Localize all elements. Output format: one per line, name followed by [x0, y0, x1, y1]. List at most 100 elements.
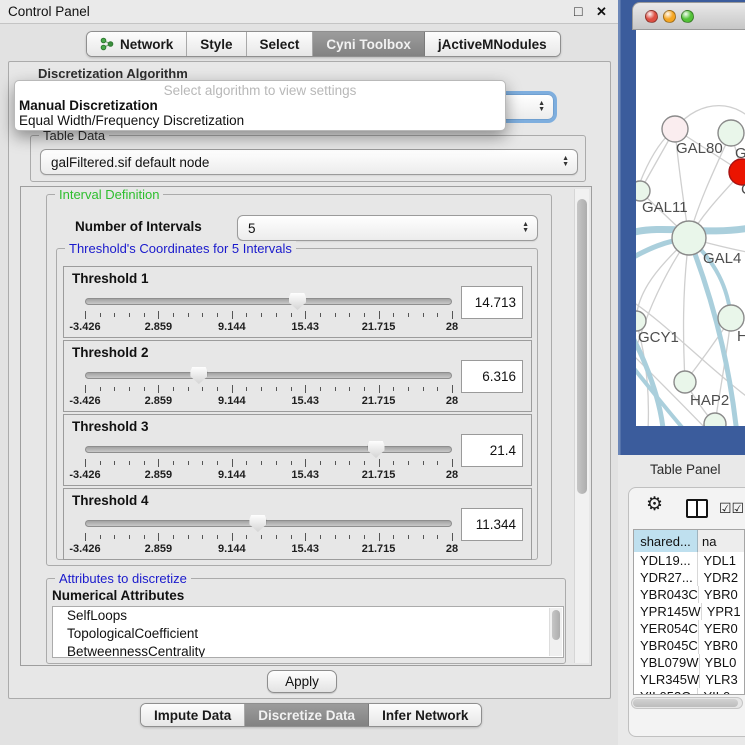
tick-mark	[335, 535, 336, 539]
table-row[interactable]: YIL052CYIL0	[634, 688, 744, 695]
node-label-ga: GA	[735, 145, 745, 162]
table-row[interactable]: YER054CYER0	[634, 620, 744, 637]
threshold-value-field[interactable]: 11.344	[461, 508, 523, 541]
tick-label: 2.859	[145, 469, 173, 481]
table-row[interactable]: YDR27...YDR2	[634, 569, 744, 586]
tick-mark	[261, 461, 262, 465]
number-of-intervals-value: 5	[248, 221, 256, 236]
threshold-value-field[interactable]: 6.316	[461, 360, 523, 393]
tick-label: 21.715	[362, 543, 396, 555]
threshold-value-field[interactable]: 14.713	[461, 286, 523, 319]
table-row[interactable]: YBL079WYBL0	[634, 654, 744, 671]
table-horizontal-scrollbar[interactable]	[631, 697, 743, 709]
tick-mark	[158, 533, 159, 541]
discretization-algorithm-group-title: Discretization Algorithm	[38, 66, 188, 81]
attributes-scrollbar-thumb[interactable]	[552, 610, 560, 640]
tick-mark	[276, 387, 277, 391]
node-label-gal80: GAL80	[676, 140, 723, 157]
threshold-slider[interactable]: -3.4262.8599.14415.4321.71528	[84, 437, 453, 483]
tab-select[interactable]: Select	[247, 32, 314, 56]
tab-cyni-toolbox[interactable]: Cyni Toolbox	[313, 32, 425, 56]
tab-label: Discretize Data	[258, 708, 355, 723]
slider-thumb[interactable]	[190, 367, 207, 384]
slider-thumb[interactable]	[289, 293, 306, 310]
attribute-item-selfloops[interactable]: SelfLoops	[53, 607, 563, 625]
tick-mark	[173, 461, 174, 465]
combo-stepper-icon: ▲▼	[538, 101, 545, 113]
attributes-scrollbar[interactable]	[549, 608, 562, 656]
slider-thumb[interactable]	[368, 441, 385, 458]
tick-mark	[364, 387, 365, 391]
network-view[interactable]: GAL80GACGAL11GAL4GCY1HHAP2	[636, 30, 745, 426]
tick-mark	[276, 461, 277, 465]
cell-name: YER0	[699, 620, 744, 637]
attribute-item-topologicalcoefficient[interactable]: TopologicalCoefficient	[53, 625, 563, 643]
numerical-attributes-label: Numerical Attributes	[52, 588, 184, 603]
tab-network[interactable]: Network	[87, 32, 187, 56]
split-columns-icon[interactable]	[686, 499, 708, 518]
close-window-icon[interactable]: ✕	[596, 4, 607, 20]
network-canvas[interactable]: GAL80GACGAL11GAL4GCY1HHAP2	[636, 30, 745, 426]
threshold-value-field[interactable]: 21.4	[461, 434, 523, 467]
table-horizontal-scrollbar-thumb[interactable]	[633, 699, 738, 707]
tick-mark	[114, 387, 115, 391]
tick-mark	[349, 535, 350, 539]
network-node-green[interactable]	[636, 311, 646, 331]
numerical-attributes-list[interactable]: SelfLoopsTopologicalCoefficientBetweenne…	[52, 606, 564, 658]
table-row[interactable]: YBR045CYBR0	[634, 637, 744, 654]
attribute-item-betweennesscentrality[interactable]: BetweennessCentrality	[53, 643, 563, 658]
gear-icon[interactable]: ⚙	[646, 495, 663, 515]
tick-label: 15.43	[291, 321, 319, 333]
table-data-combobox[interactable]: galFiltered.sif default node ▲▼	[40, 149, 578, 175]
tick-mark	[144, 313, 145, 317]
number-of-intervals-combobox[interactable]: 5 ▲▼	[237, 215, 538, 241]
tick-mark	[232, 311, 233, 319]
tick-mark	[129, 461, 130, 465]
tick-label: 9.144	[218, 469, 246, 481]
select-columns-checkboxes-icon[interactable]: ☑☑	[719, 500, 744, 517]
threshold-slider[interactable]: -3.4262.8599.14415.4321.71528	[84, 363, 453, 409]
tick-label: 9.144	[218, 543, 246, 555]
threshold-slider[interactable]: -3.4262.8599.14415.4321.71528	[84, 289, 453, 335]
restore-window-icon[interactable]: □	[574, 3, 582, 19]
tab-infer-network[interactable]: Infer Network	[369, 704, 481, 726]
table-row[interactable]: YBR043CYBR0	[634, 586, 744, 603]
column-header-na[interactable]: na	[698, 530, 744, 552]
network-window-titlebar[interactable]	[632, 2, 745, 30]
network-node-green[interactable]	[674, 371, 696, 393]
tick-label: -3.426	[69, 321, 100, 333]
minimize-traffic-light[interactable]	[663, 10, 676, 23]
close-traffic-light[interactable]	[645, 10, 658, 23]
tick-label: 2.859	[145, 543, 173, 555]
algorithm-option-equal-width-frequency-discretization[interactable]: Equal Width/Frequency Discretization	[15, 113, 505, 128]
network-node-green[interactable]	[672, 221, 706, 255]
tick-mark	[291, 535, 292, 539]
tick-label: 28	[446, 543, 458, 555]
zoom-traffic-light[interactable]	[681, 10, 694, 23]
cell-shared-name: YBR045C	[634, 637, 699, 654]
threshold-slider[interactable]: -3.4262.8599.14415.4321.71528	[84, 511, 453, 557]
tick-mark	[423, 461, 424, 465]
network-node-green[interactable]	[636, 181, 650, 201]
panel-scrollbar[interactable]	[574, 189, 589, 663]
tick-mark	[437, 313, 438, 317]
network-node-pink[interactable]	[662, 116, 688, 142]
tab-style[interactable]: Style	[187, 32, 246, 56]
tick-mark	[364, 461, 365, 465]
slider-thumb[interactable]	[249, 515, 266, 532]
table-row[interactable]: YLR345WYLR3	[634, 671, 744, 688]
panel-scrollbar-thumb[interactable]	[577, 199, 587, 494]
tick-mark	[291, 387, 292, 391]
apply-button[interactable]: Apply	[267, 670, 337, 693]
column-header-shared[interactable]: shared...	[634, 530, 698, 552]
tick-mark	[379, 459, 380, 467]
node-label-c: C	[741, 181, 745, 198]
tab-jactivemnodules[interactable]: jActiveMNodules	[425, 32, 560, 56]
tab-impute-data[interactable]: Impute Data	[141, 704, 245, 726]
cell-name: YIL0	[698, 688, 744, 695]
tab-discretize-data[interactable]: Discretize Data	[245, 704, 369, 726]
table-row[interactable]: YPR145WYPR1	[634, 603, 744, 620]
algorithm-option-manual-discretization[interactable]: Manual Discretization	[15, 98, 505, 113]
tab-label: Style	[200, 37, 232, 52]
table-row[interactable]: YDL19...YDL1	[634, 552, 744, 569]
